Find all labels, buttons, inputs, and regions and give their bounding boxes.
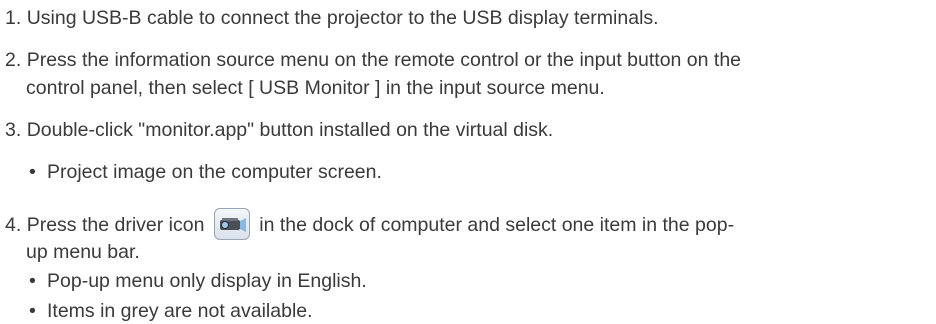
step-text-line-1: Press the information source menu on the… xyxy=(26,49,742,71)
projector-driver-icon xyxy=(213,208,250,240)
step-number: 4. xyxy=(5,214,22,237)
step-number: 2. xyxy=(5,49,22,71)
step-text: Double-click "monitor.app" button instal… xyxy=(26,119,554,141)
step-text-line-2: control panel, then select [ USB Monitor… xyxy=(26,77,605,99)
step-text-line-2: up menu bar. xyxy=(26,241,140,263)
step-3-bullet: • Project image on the computer screen. xyxy=(29,160,382,184)
step-number: 1. xyxy=(5,7,22,29)
step-4-continuation: up menu bar. xyxy=(26,240,140,264)
instruction-document: 1. Using USB-B cable to connect the proj… xyxy=(0,0,936,324)
step-4-bullet-2: • Items in grey are not available. xyxy=(29,299,313,323)
bullet-icon: • xyxy=(29,300,36,322)
step-number: 3. xyxy=(5,119,22,141)
step-text-before-icon: Press the driver icon xyxy=(26,214,205,237)
bullet-icon: • xyxy=(29,270,36,292)
step-1: 1. Using USB-B cable to connect the proj… xyxy=(5,6,659,30)
step-3: 3. Double-click "monitor.app" button ins… xyxy=(5,118,553,142)
step-text: Using USB-B cable to connect the project… xyxy=(26,7,659,29)
step-4: 4. Press the driver icon in the dock of … xyxy=(5,208,735,242)
step-2: 2. Press the information source menu on … xyxy=(5,48,741,72)
bullet-text: Project image on the computer screen. xyxy=(47,161,382,183)
step-text-after-icon: in the dock of computer and select one i… xyxy=(259,214,735,237)
bullet-icon: • xyxy=(29,161,36,183)
step-4-bullet-1: • Pop-up menu only display in English. xyxy=(29,269,367,293)
bullet-text: Items in grey are not available. xyxy=(47,300,313,322)
bullet-text: Pop-up menu only display in English. xyxy=(47,270,367,292)
step-2-continuation: control panel, then select [ USB Monitor… xyxy=(26,76,605,100)
